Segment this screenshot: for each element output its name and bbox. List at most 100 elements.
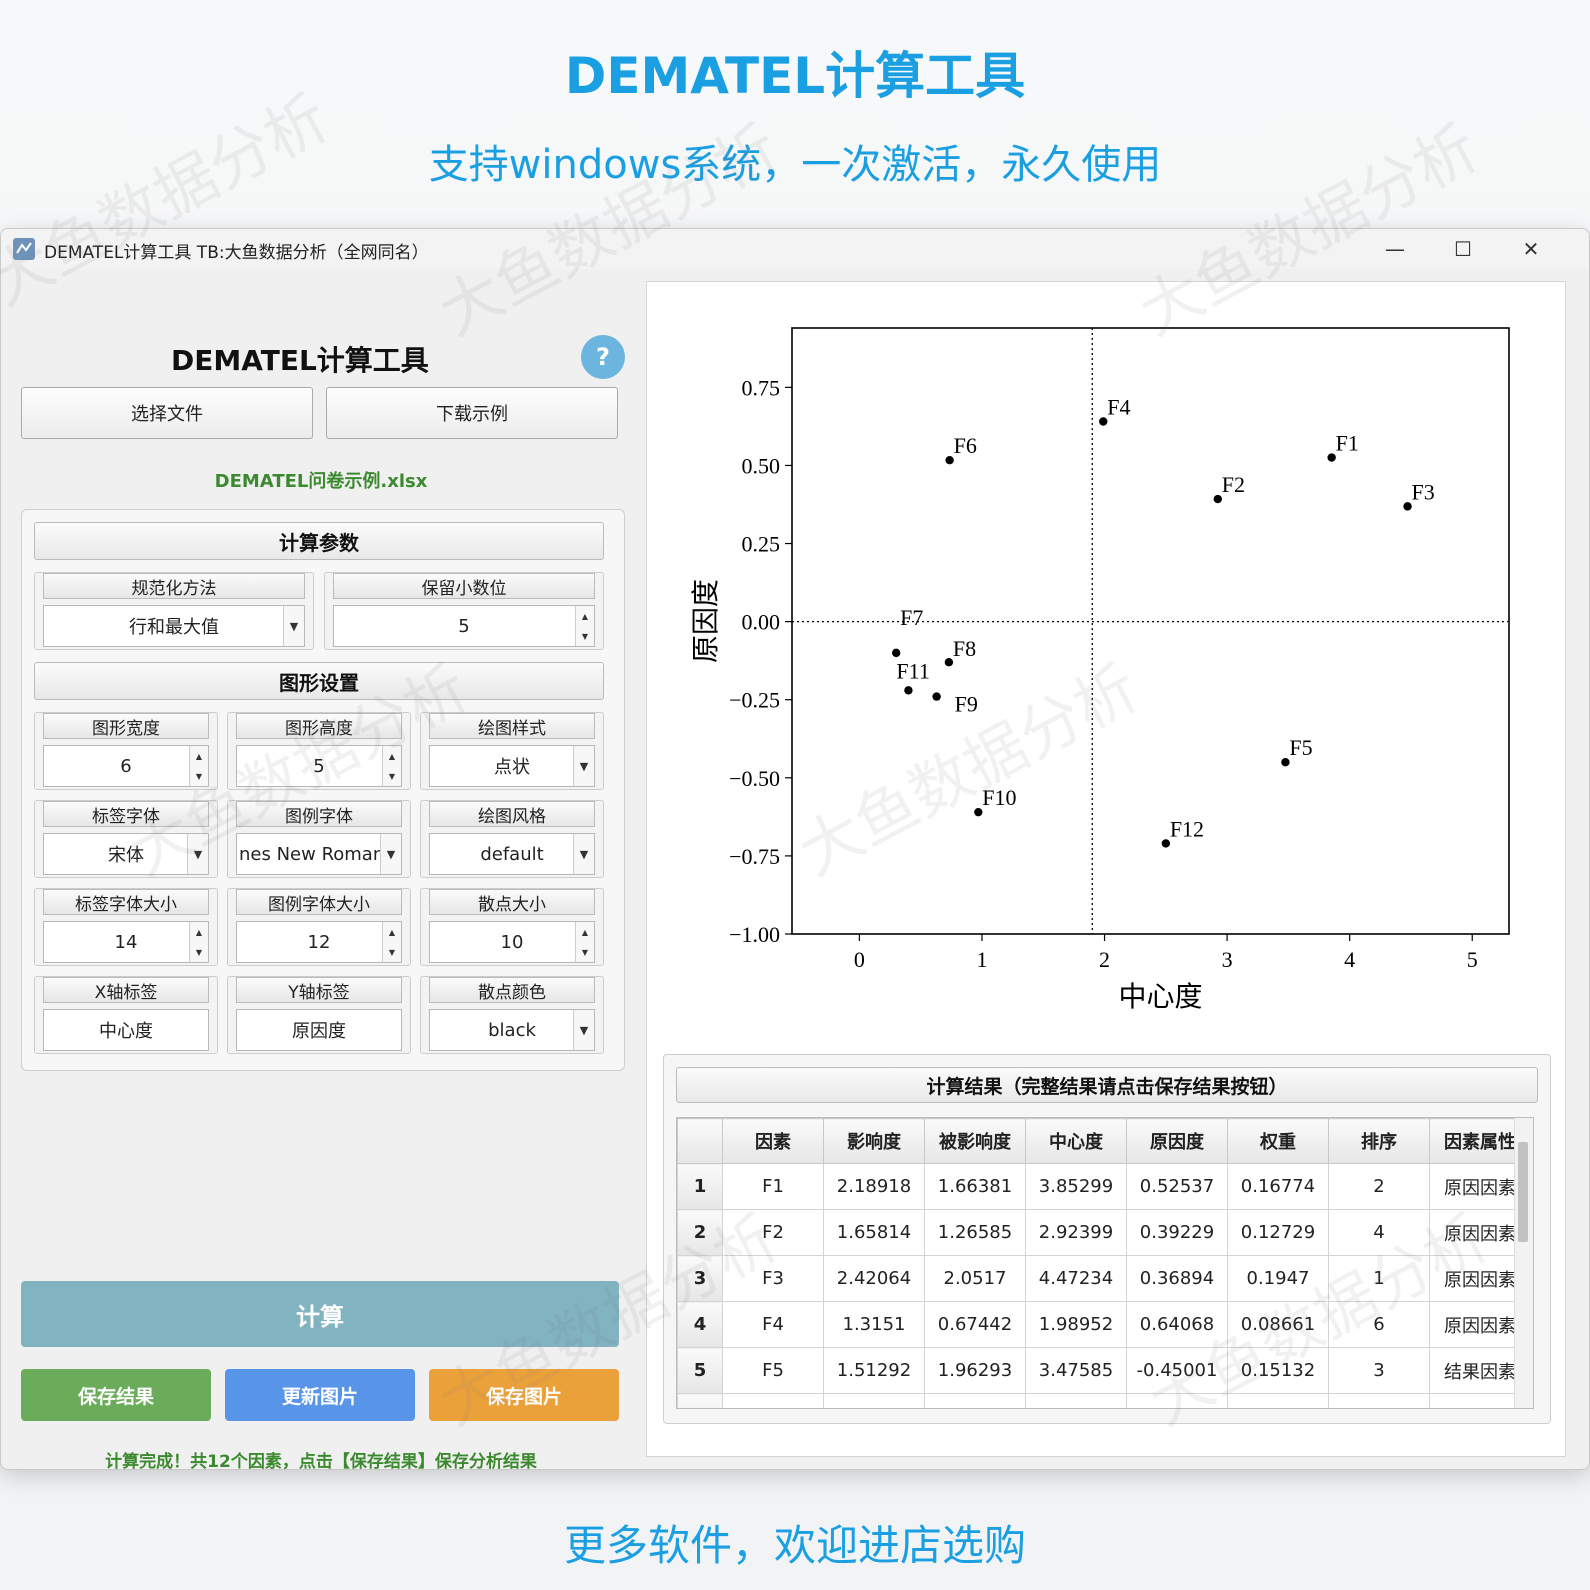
table-cell[interactable]: 2.18918 — [823, 1163, 925, 1210]
label-size-spinbox[interactable]: 14 ▲ ▼ — [43, 921, 209, 963]
table-cell[interactable]: 1 — [1328, 1255, 1430, 1302]
table-cell[interactable]: F5 — [722, 1347, 824, 1394]
minimize-button[interactable]: — — [1361, 229, 1429, 269]
label-font-select[interactable]: 宋体 ▼ — [43, 833, 209, 875]
table-cell[interactable]: 4.47234 — [1025, 1255, 1127, 1302]
table-cell[interactable]: 1.26585 — [924, 1209, 1026, 1256]
table-cell[interactable]: 0.03204 — [1227, 1393, 1329, 1408]
legend-size-spinbox[interactable]: 12 ▲ ▼ — [236, 921, 402, 963]
table-row[interactable]: 3 F3 2.42064 2.0517 4.47234 0.36894 0.1947 1 原因因… — [677, 1255, 1531, 1302]
table-cell[interactable]: 6 — [1328, 1301, 1430, 1348]
row-number[interactable]: 2 — [677, 1209, 723, 1256]
table-cell[interactable]: 2.92399 — [1025, 1209, 1127, 1256]
row-number[interactable]: 3 — [677, 1255, 723, 1302]
table-cell[interactable]: 1.65814 — [823, 1209, 925, 1256]
help-button[interactable]: ? — [581, 335, 625, 379]
table-cell[interactable]: 1.3151 — [823, 1301, 925, 1348]
table-cell[interactable]: 0.62637 — [823, 1393, 925, 1408]
column-header[interactable]: 因素 — [722, 1118, 824, 1164]
point-color-select[interactable]: black ▼ — [429, 1009, 595, 1051]
table-cell[interactable]: 3.47585 — [1025, 1347, 1127, 1394]
table-cell[interactable]: 2 — [1328, 1163, 1430, 1210]
table-cell[interactable]: 3.85299 — [1025, 1163, 1127, 1210]
table-cell[interactable]: 2.42064 — [823, 1255, 925, 1302]
table-row[interactable]: 6F60.626370.109610.735980.516760.032048原… — [677, 1393, 1531, 1408]
plot-theme-select[interactable]: default ▼ — [429, 833, 595, 875]
legend-font-select[interactable]: nes New Roman ▼ — [236, 833, 402, 875]
chevron-down-icon[interactable]: ▼ — [380, 834, 401, 874]
update-figure-button[interactable]: 更新图片 — [225, 1369, 415, 1421]
table-cell[interactable]: -0.45001 — [1126, 1347, 1228, 1394]
chevron-down-icon[interactable]: ▼ — [573, 834, 594, 874]
column-header[interactable]: 权重 — [1227, 1118, 1329, 1164]
table-cell[interactable]: F3 — [722, 1255, 824, 1302]
fig-width-spinbox[interactable]: 6 ▲ ▼ — [43, 745, 209, 787]
xlabel-input[interactable]: 中心度 — [43, 1009, 209, 1051]
table-cell[interactable]: F6 — [722, 1393, 824, 1408]
title-bar[interactable]: DEMATEL计算工具 TB:大鱼数据分析（全网同名） — ☐ ✕ — [1, 229, 1589, 269]
table-cell[interactable]: 3 — [1328, 1347, 1430, 1394]
table-row[interactable]: 4 F4 1.3151 0.67442 1.98952 0.64068 0.08661 6 原因… — [677, 1301, 1531, 1348]
spin-arrows-icon[interactable]: ▲ ▼ — [382, 746, 401, 786]
spin-arrows-icon[interactable]: ▲ ▼ — [575, 606, 594, 646]
table-cell[interactable]: 8 — [1328, 1393, 1430, 1408]
table-cell[interactable]: F4 — [722, 1301, 824, 1348]
row-number[interactable]: 6 — [677, 1393, 723, 1408]
maximize-button[interactable]: ☐ — [1429, 229, 1497, 269]
table-row[interactable]: 1 F1 2.18918 1.66381 3.85299 0.52537 0.16774 2 原… — [677, 1163, 1531, 1210]
table-cell[interactable]: 4 — [1328, 1209, 1430, 1256]
row-number[interactable]: 5 — [677, 1347, 723, 1394]
table-cell[interactable]: 0.64068 — [1126, 1301, 1228, 1348]
calculate-button[interactable]: 计算 — [21, 1281, 619, 1347]
chevron-down-icon[interactable]: ▼ — [283, 606, 304, 646]
decimals-spinbox[interactable]: 5 ▲ ▼ — [333, 605, 595, 647]
column-header[interactable]: 被影响度 — [924, 1118, 1026, 1164]
choose-file-button[interactable]: 选择文件 — [21, 387, 313, 439]
table-cell[interactable]: 0.73598 — [1025, 1393, 1127, 1408]
table-cell[interactable]: F1 — [722, 1163, 824, 1210]
ylabel-input[interactable]: 原因度 — [236, 1009, 402, 1051]
results-table-container[interactable]: 因素 影响度 被影响度 中心度 原因度 权重 排序 因素属性 1 F1 2.18918 1.6638… — [676, 1117, 1534, 1409]
chevron-down-icon[interactable]: ▼ — [573, 746, 594, 786]
table-row[interactable]: 2 F2 1.65814 1.26585 2.92399 0.39229 0.12729 4 原… — [677, 1209, 1531, 1256]
spin-arrows-icon[interactable]: ▲ ▼ — [189, 922, 208, 962]
table-cell[interactable]: 0.12729 — [1227, 1209, 1329, 1256]
table-cell[interactable]: 0.15132 — [1227, 1347, 1329, 1394]
row-number[interactable]: 4 — [677, 1301, 723, 1348]
chevron-down-icon[interactable]: ▼ — [187, 834, 208, 874]
close-button[interactable]: ✕ — [1497, 229, 1565, 269]
spin-arrows-icon[interactable]: ▲ ▼ — [575, 922, 594, 962]
table-scrollbar[interactable] — [1514, 1118, 1533, 1408]
table-cell[interactable]: 1.98952 — [1025, 1301, 1127, 1348]
table-cell[interactable]: 0.39229 — [1126, 1209, 1228, 1256]
table-cell[interactable]: 0.36894 — [1126, 1255, 1228, 1302]
fig-height-spinbox[interactable]: 5 ▲ ▼ — [236, 745, 402, 787]
normalize-select[interactable]: 行和最大值 ▼ — [43, 605, 305, 647]
table-cell[interactable]: 0.67442 — [924, 1301, 1026, 1348]
table-cell[interactable]: 1.96293 — [924, 1347, 1026, 1394]
save-result-button[interactable]: 保存结果 — [21, 1369, 211, 1421]
column-header[interactable]: 原因度 — [1126, 1118, 1228, 1164]
table-cell[interactable]: 2.0517 — [924, 1255, 1026, 1302]
table-cell[interactable]: 1.66381 — [924, 1163, 1026, 1210]
row-number[interactable]: 1 — [677, 1163, 723, 1210]
column-header[interactable]: 影响度 — [823, 1118, 925, 1164]
spin-arrows-icon[interactable]: ▲ ▼ — [382, 922, 401, 962]
column-header[interactable]: 中心度 — [1025, 1118, 1127, 1164]
table-cell[interactable]: F2 — [722, 1209, 824, 1256]
table-cell[interactable]: 0.52537 — [1126, 1163, 1228, 1210]
table-cell[interactable]: 0.16774 — [1227, 1163, 1329, 1210]
download-example-button[interactable]: 下载示例 — [326, 387, 618, 439]
plot-style-select[interactable]: 点状 ▼ — [429, 745, 595, 787]
column-header[interactable]: 排序 — [1328, 1118, 1430, 1164]
table-cell[interactable]: 0.1947 — [1227, 1255, 1329, 1302]
table-row[interactable]: 5 F5 1.51292 1.96293 3.47585 -0.45001 0.15132 3… — [677, 1347, 1531, 1394]
point-size-spinbox[interactable]: 10 ▲ ▼ — [429, 921, 595, 963]
chevron-down-icon[interactable]: ▼ — [573, 1010, 594, 1050]
table-cell[interactable]: 1.51292 — [823, 1347, 925, 1394]
save-figure-button[interactable]: 保存图片 — [429, 1369, 619, 1421]
table-cell[interactable]: 0.51676 — [1126, 1393, 1228, 1408]
scrollbar-thumb[interactable] — [1518, 1142, 1528, 1242]
table-cell[interactable]: 0.08661 — [1227, 1301, 1329, 1348]
spin-arrows-icon[interactable]: ▲ ▼ — [189, 746, 208, 786]
